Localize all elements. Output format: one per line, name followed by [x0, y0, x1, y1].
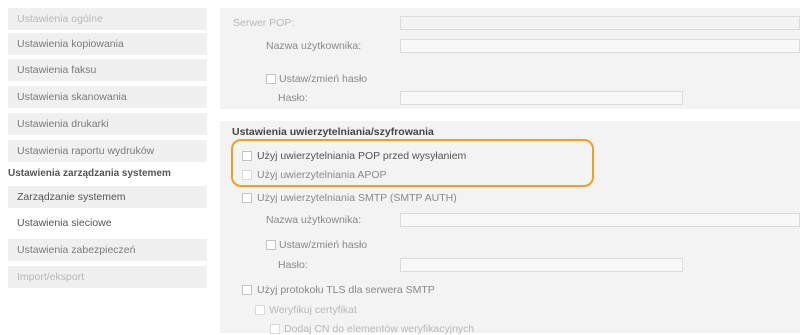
pop-server-field[interactable]	[400, 16, 800, 30]
smtp-auth-label: Użyj uwierzytelniania SMTP (SMTP AUTH)	[257, 192, 457, 204]
smtp-password-label: Hasło:	[278, 259, 308, 271]
pop-set-password-checkbox[interactable]	[266, 74, 276, 84]
sidebar-item-label: Ustawienia zabezpieczeń	[17, 244, 136, 256]
verify-cert-checkbox[interactable]	[255, 305, 265, 315]
sidebar-item-label: Zarządzanie systemem	[17, 191, 126, 203]
pop-username-field[interactable]	[400, 39, 800, 53]
highlight-frame	[231, 139, 594, 187]
sidebar-item-label: Ustawienia drukarki	[17, 118, 109, 130]
sidebar-item-network[interactable]: Ustawienia sieciowe	[8, 212, 207, 234]
smtp-username-field[interactable]	[400, 213, 800, 227]
sidebar-item-label: Ustawienia raportu wydruków	[17, 145, 155, 157]
smtp-set-password-checkbox[interactable]	[266, 240, 276, 250]
sidebar-item-security[interactable]: Ustawienia zabezpieczeń	[8, 239, 207, 261]
sidebar-item-general[interactable]: Ustawienia ogólne	[8, 8, 207, 30]
add-cn-label: Dodaj CN do elementów weryfikacyjnych	[284, 323, 475, 335]
sidebar-item-label: Ustawienia kopiowania	[17, 38, 124, 50]
smtp-auth-checkbox[interactable]	[242, 193, 252, 203]
pop-set-password-label: Ustaw/zmień hasło	[279, 73, 368, 85]
sidebar-item-printer[interactable]: Ustawienia drukarki	[8, 113, 207, 135]
sidebar-item-copy[interactable]: Ustawienia kopiowania	[8, 33, 207, 55]
tls-smtp-checkbox[interactable]	[242, 285, 252, 295]
sidebar-item-print-report[interactable]: Ustawienia raportu wydruków	[8, 140, 207, 162]
verify-cert-label: Weryfikuj certyfikat	[269, 304, 357, 316]
sidebar-item-import-export[interactable]: Import/eksport	[8, 266, 207, 288]
pop-password-field[interactable]	[400, 91, 683, 105]
sidebar-item-system-management[interactable]: Zarządzanie systemem	[8, 186, 207, 208]
sidebar-item-label: Ustawienia sieciowe	[17, 217, 112, 229]
sidebar-item-fax[interactable]: Ustawienia faksu	[8, 59, 207, 81]
sidebar-item-label: Ustawienia ogólne	[17, 13, 103, 25]
sidebar-item-label: Ustawienia skanowania	[17, 91, 127, 103]
sidebar-item-label: Import/eksport	[17, 271, 85, 283]
smtp-set-password-label: Ustaw/zmień hasło	[279, 239, 368, 251]
smtp-password-field[interactable]	[400, 258, 683, 272]
smtp-username-label: Nazwa użytkownika:	[266, 214, 362, 226]
pop-password-label: Hasło:	[278, 92, 308, 104]
pop-username-label: Nazwa użytkownika:	[266, 40, 362, 52]
sidebar: Ustawienia ogólne Ustawienia kopiowania …	[0, 0, 207, 333]
sidebar-section-header: Ustawienia zarządzania systemem	[0, 165, 207, 183]
sidebar-item-label: Ustawienia faksu	[17, 64, 97, 76]
pop-server-label: Serwer POP:	[233, 17, 295, 29]
auth-section-title: Ustawienia uwierzytelniania/szyfrowania	[232, 126, 434, 138]
tls-smtp-label: Użyj protokołu TLS dla serwera SMTP	[257, 284, 435, 296]
sidebar-item-scan[interactable]: Ustawienia skanowania	[8, 86, 207, 108]
